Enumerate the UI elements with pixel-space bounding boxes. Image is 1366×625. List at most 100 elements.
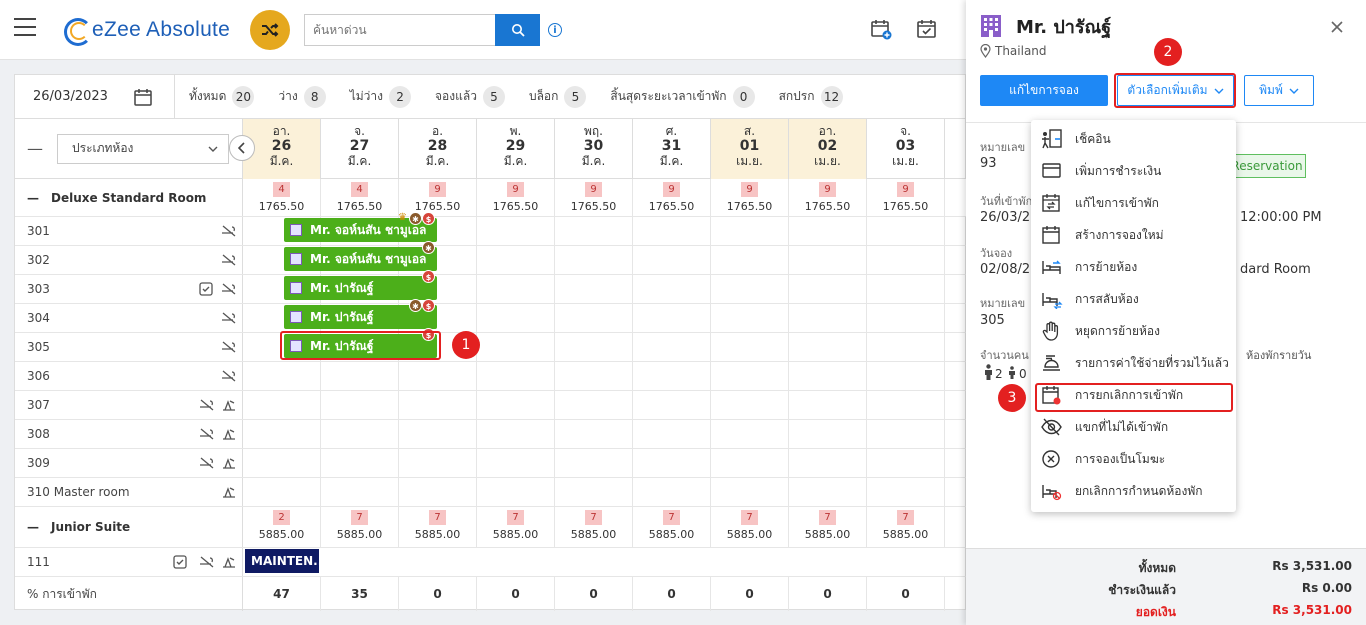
day-column-header[interactable]: จ. 03 เม.ย. <box>867 119 945 179</box>
room-day-cell[interactable] <box>555 246 633 274</box>
room-day-cell[interactable] <box>711 246 789 274</box>
room-day-cell[interactable] <box>321 391 399 419</box>
room-day-cell[interactable] <box>321 420 399 448</box>
day-column-header[interactable]: ส. 01 เม.ย. <box>711 119 789 179</box>
room-day-cell[interactable] <box>477 478 555 506</box>
room-day-cell[interactable] <box>711 478 789 506</box>
filter-all[interactable]: ทั้งหมด 20 <box>189 85 255 108</box>
day-column-header[interactable]: พฤ. 30 มี.ค. <box>555 119 633 179</box>
room-day-cell[interactable] <box>867 478 945 506</box>
day-column-header[interactable]: จ. 27 มี.ค. <box>321 119 399 179</box>
room-day-cell[interactable] <box>555 478 633 506</box>
room-day-cell[interactable] <box>555 391 633 419</box>
booking-bar[interactable]: Mr. ปารัณฐ์ $ <box>284 270 437 300</box>
room-day-cell[interactable] <box>867 333 945 361</box>
filter-blocked[interactable]: บล็อก 5 <box>529 85 587 108</box>
room-day-cell[interactable] <box>399 362 477 390</box>
room-day-cell[interactable] <box>555 304 633 332</box>
menu-item-included-charges[interactable]: รายการค่าใช้จ่ายที่รวมไว้แล้ว <box>1031 347 1236 379</box>
room-day-cell[interactable] <box>711 391 789 419</box>
room-label[interactable]: 302 <box>15 246 243 274</box>
search-button[interactable] <box>495 14 540 46</box>
print-button[interactable]: พิมพ์ <box>1244 75 1314 106</box>
room-day-cell[interactable] <box>789 246 867 274</box>
room-day-cell[interactable] <box>867 275 945 303</box>
room-label[interactable]: 310 Master room <box>15 478 243 506</box>
menu-item-edit-stay[interactable]: แก้ไขการเข้าพัก <box>1031 187 1236 219</box>
room-type-label[interactable]: — Junior Suite <box>15 507 243 547</box>
calendar-icon[interactable] <box>134 88 152 106</box>
room-label[interactable]: 111 <box>15 548 243 576</box>
room-day-cell[interactable] <box>477 420 555 448</box>
room-day-cell[interactable] <box>711 449 789 477</box>
room-day-cell[interactable] <box>867 420 945 448</box>
filter-dirty[interactable]: สกปรก 12 <box>779 85 843 108</box>
app-logo[interactable]: eZee Absolute <box>64 14 230 46</box>
booking-bar[interactable]: Mr. จอห์นสัน ชามูเอล ✱ <box>284 241 437 271</box>
menu-item-checkin[interactable]: เช็คอิน <box>1031 123 1236 155</box>
room-day-cell[interactable] <box>789 333 867 361</box>
room-day-cell[interactable] <box>789 362 867 390</box>
room-day-cell[interactable] <box>321 362 399 390</box>
room-label[interactable]: 307 <box>15 391 243 419</box>
menu-item-void-reservation[interactable]: การจองเป็นโมฆะ <box>1031 443 1236 475</box>
room-day-cell[interactable] <box>633 304 711 332</box>
room-label[interactable]: 304 <box>15 304 243 332</box>
room-label[interactable]: 306 <box>15 362 243 390</box>
collapse-icon[interactable]: — <box>27 191 39 205</box>
room-type-label[interactable]: — Deluxe Standard Room <box>15 179 243 216</box>
room-day-cell[interactable] <box>633 333 711 361</box>
room-label[interactable]: 301 <box>15 217 243 245</box>
room-label[interactable]: 309 <box>15 449 243 477</box>
room-day-cell[interactable] <box>633 449 711 477</box>
room-day-cell[interactable] <box>711 304 789 332</box>
room-day-cell[interactable] <box>399 391 477 419</box>
room-day-cell[interactable] <box>867 362 945 390</box>
close-icon[interactable] <box>1330 20 1344 34</box>
room-day-cell[interactable] <box>477 391 555 419</box>
menu-icon[interactable] <box>14 18 36 36</box>
room-day-cell[interactable] <box>399 449 477 477</box>
room-day-cell[interactable] <box>243 478 321 506</box>
room-label[interactable]: 305 <box>15 333 243 361</box>
room-day-cell[interactable] <box>633 362 711 390</box>
menu-item-no-show[interactable]: แขกที่ไม่ได้เข้าพัก <box>1031 411 1236 443</box>
room-day-cell[interactable] <box>867 217 945 245</box>
menu-item-swap-room[interactable]: การสลับห้อง <box>1031 283 1236 315</box>
room-day-cell[interactable] <box>477 217 555 245</box>
room-day-cell[interactable] <box>789 420 867 448</box>
search-input[interactable] <box>304 14 496 46</box>
room-day-cell[interactable] <box>477 304 555 332</box>
room-day-cell[interactable] <box>633 420 711 448</box>
room-day-cell[interactable] <box>789 478 867 506</box>
room-label[interactable]: 308 <box>15 420 243 448</box>
room-day-cell[interactable] <box>477 333 555 361</box>
room-day-cell[interactable] <box>633 275 711 303</box>
room-day-cell[interactable] <box>789 449 867 477</box>
filter-vacant[interactable]: ว่าง 8 <box>278 85 326 108</box>
room-day-cell[interactable] <box>477 362 555 390</box>
room-day-cell[interactable] <box>633 478 711 506</box>
room-day-cell[interactable] <box>789 304 867 332</box>
room-day-cell[interactable] <box>477 449 555 477</box>
room-day-cell[interactable] <box>711 420 789 448</box>
date-picker[interactable]: 26/03/2023 <box>15 74 175 119</box>
room-day-cell[interactable] <box>867 391 945 419</box>
room-day-cell[interactable] <box>399 478 477 506</box>
room-day-cell[interactable] <box>789 275 867 303</box>
day-column-header[interactable]: ศ. 31 มี.ค. <box>633 119 711 179</box>
info-icon[interactable]: i <box>548 23 562 37</box>
shuffle-icon[interactable] <box>250 10 290 50</box>
room-day-cell[interactable] <box>711 362 789 390</box>
menu-item-add-payment[interactable]: เพิ่มการชำระเงิน <box>1031 155 1236 187</box>
room-day-cell[interactable] <box>477 246 555 274</box>
prev-dates-button[interactable] <box>229 135 255 161</box>
calendar-check-icon[interactable] <box>916 18 938 40</box>
filter-due-out[interactable]: สิ้นสุดระยะเวลาเข้าพัก 0 <box>610 85 755 108</box>
room-day-cell[interactable] <box>243 362 321 390</box>
room-day-cell[interactable] <box>633 217 711 245</box>
menu-item-stop-room-move[interactable]: หยุดการย้ายห้อง <box>1031 315 1236 347</box>
day-column-header[interactable]: พ. 29 มี.ค. <box>477 119 555 179</box>
collapse-all-icon[interactable]: — <box>27 139 43 158</box>
room-day-cell[interactable] <box>711 217 789 245</box>
